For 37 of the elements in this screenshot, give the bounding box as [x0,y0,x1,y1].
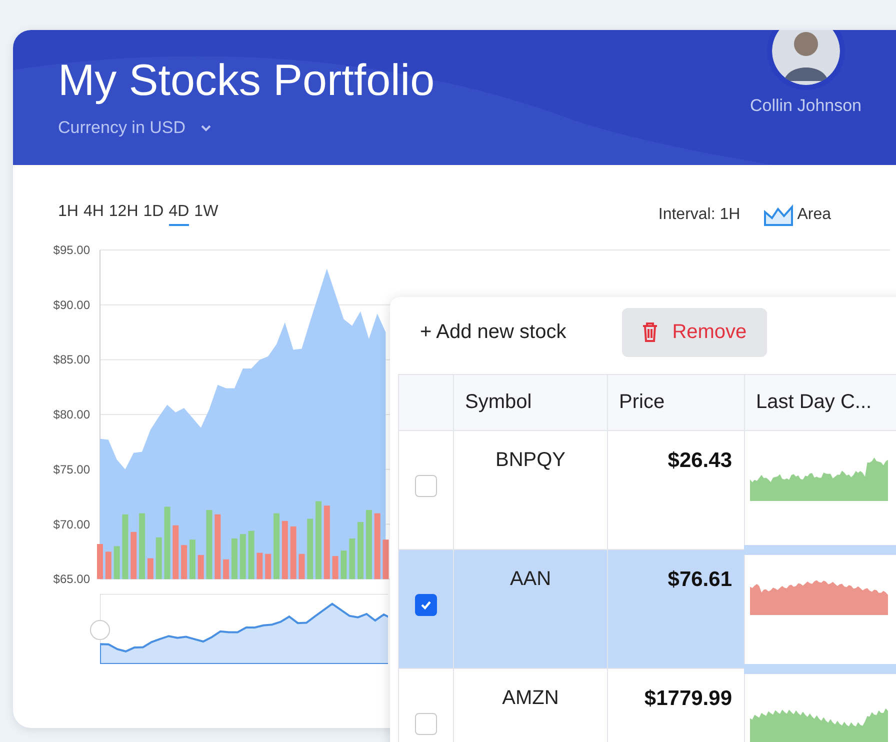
navigator-handle[interactable] [90,620,110,640]
y-axis-label: $90.00 [53,298,90,312]
interval-label[interactable]: Interval: 1H [658,206,740,224]
chart-type-button[interactable]: Area [764,204,831,226]
avatar[interactable] [766,30,845,90]
range-tab[interactable]: 1H [58,203,78,226]
remove-button[interactable]: Remove [622,308,767,356]
column-header[interactable]: Symbol [454,374,608,430]
chevron-down-icon [200,124,212,132]
area-chart-icon [764,204,794,226]
trash-icon [642,322,658,342]
checkmark-icon [420,600,432,610]
header-cell [398,374,454,430]
range-tab[interactable]: 1W [194,203,218,226]
price-cell: $76.61 [608,550,744,668]
row-checkbox[interactable] [415,713,437,735]
row-checkbox[interactable] [415,594,437,616]
range-tab[interactable]: 1D [143,203,164,226]
y-axis-label: $70.00 [53,517,90,532]
y-axis-label: $95.00 [53,243,90,257]
column-header[interactable]: Last Day C... [744,374,896,430]
stock-row[interactable]: AAN $76.61 [398,550,896,668]
symbol-cell: AAN [454,550,608,668]
add-stock-button[interactable]: + Add new stock [420,320,566,344]
y-axis-label: $80.00 [53,408,90,422]
user-name: Collin Johnson [750,96,862,116]
column-header[interactable]: Price [608,374,744,430]
stock-row[interactable]: AMZN $1779.99 [398,668,896,742]
range-tab[interactable]: 4D [168,203,190,226]
y-axis-label: $65.00 [53,572,90,586]
y-axis-label: $75.00 [53,462,90,476]
page-title: My Stocks Portfolio [58,56,435,106]
range-tab[interactable]: 12H [108,203,138,226]
y-axis-label: $85.00 [53,352,90,367]
currency-dropdown[interactable]: Currency in USD [58,118,435,138]
row-checkbox[interactable] [415,475,437,497]
range-tab[interactable]: 4H [83,203,104,226]
